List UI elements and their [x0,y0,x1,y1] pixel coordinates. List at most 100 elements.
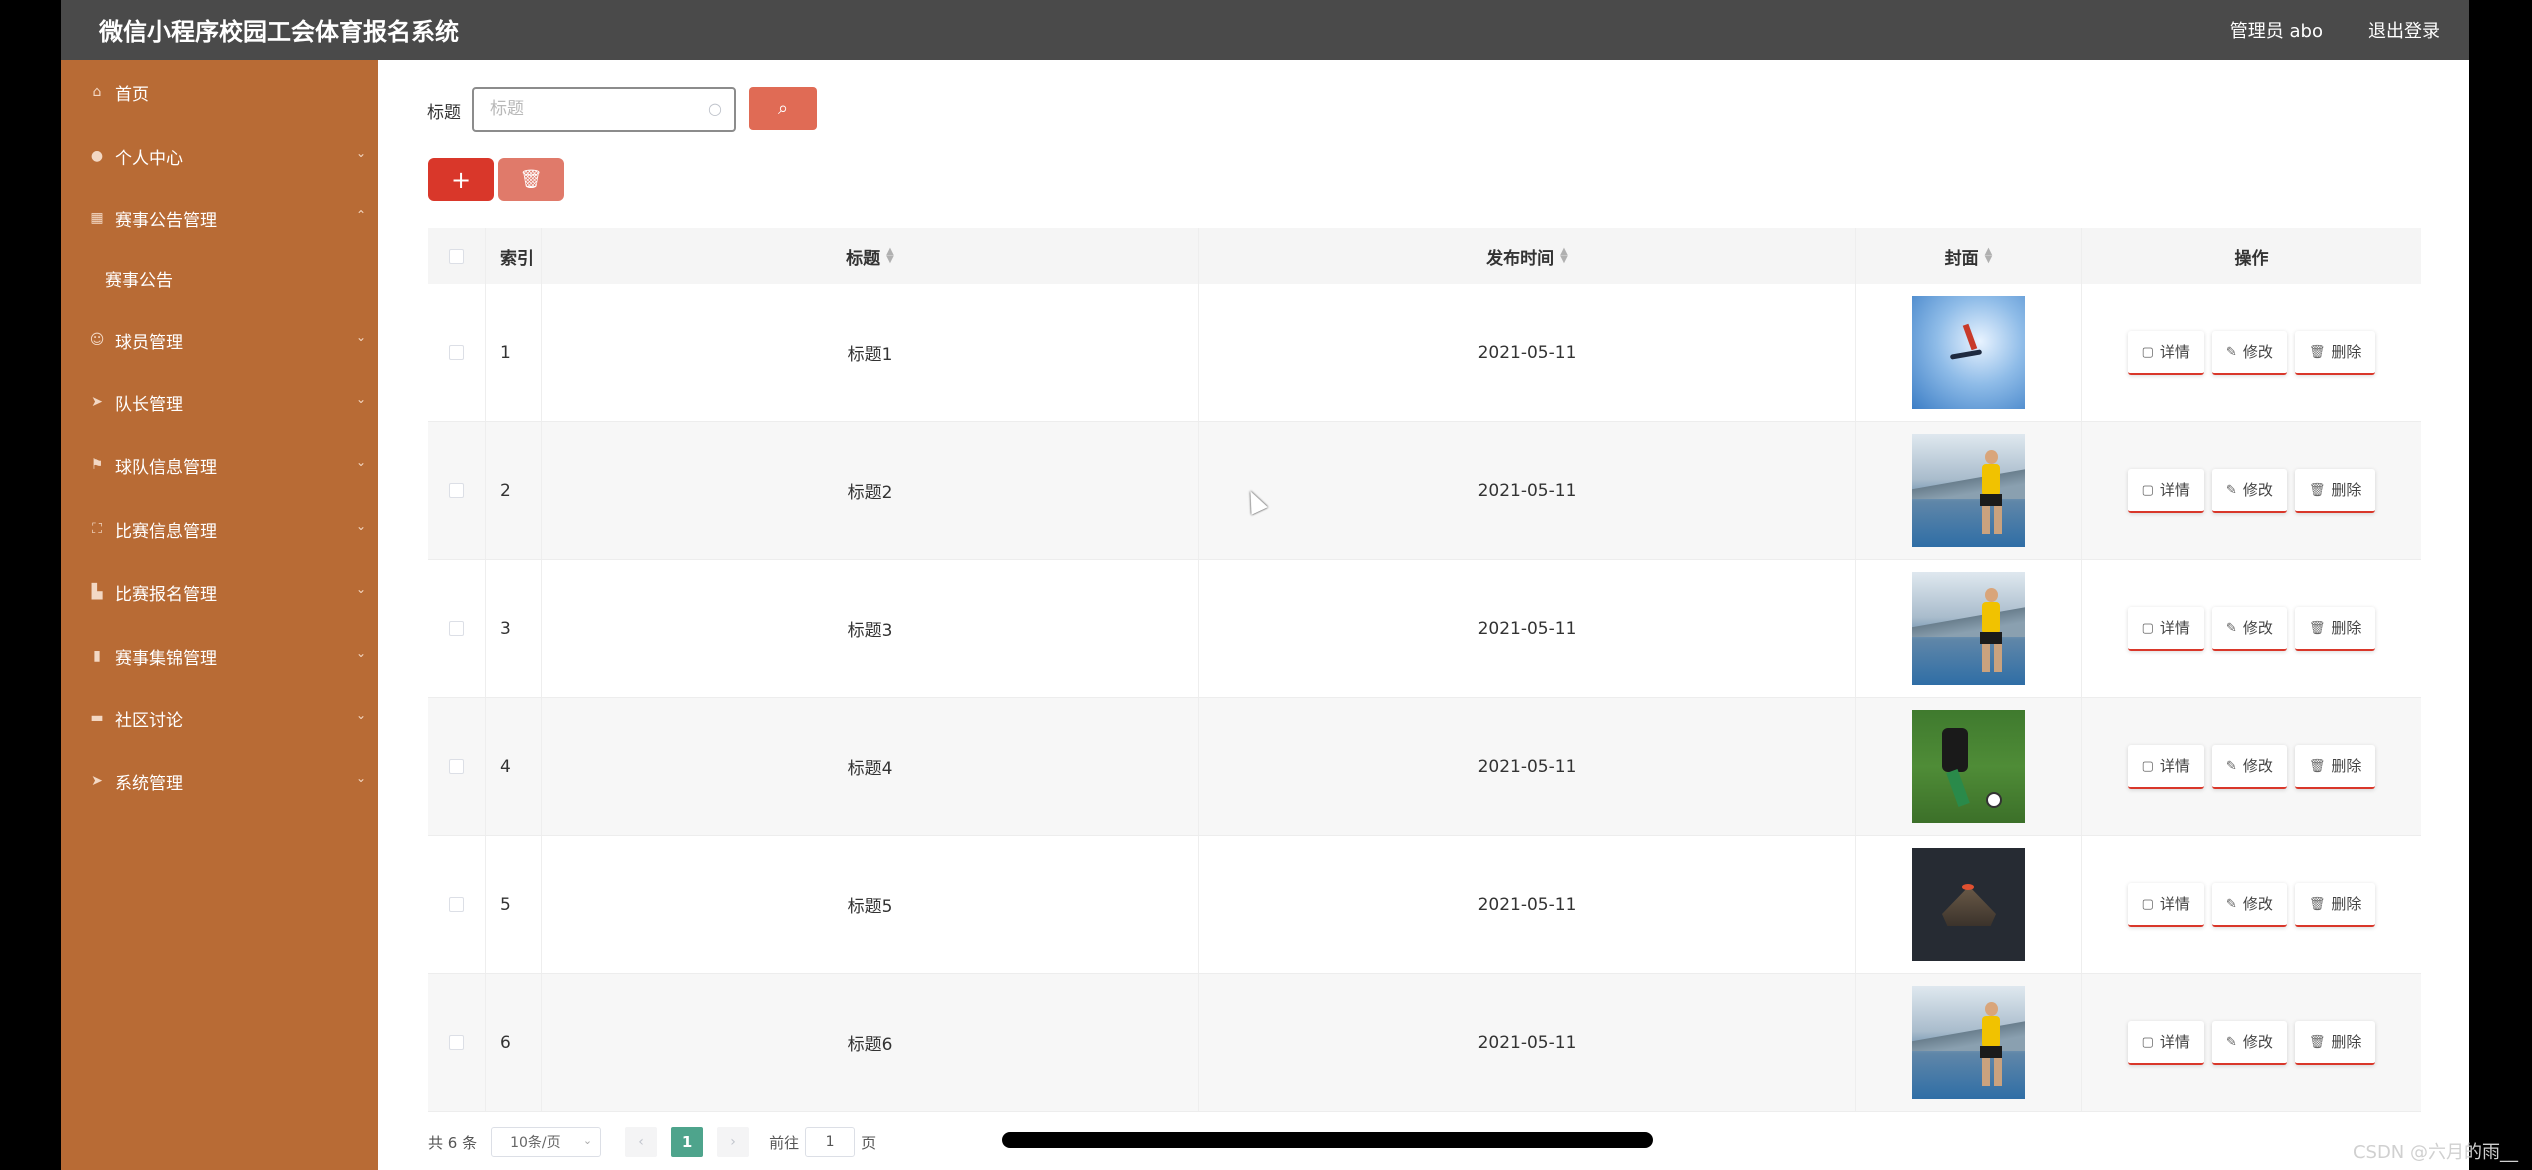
page-size-select[interactable]: 10条/页 ⌄ [491,1127,602,1157]
main-content: 标题 ○ ⌕ + 🗑 索引 标题 ▲▼ 发布时间 ▲▼ [378,60,2469,1170]
delete-label: 删除 [2331,896,2362,913]
document-icon: ▢ [2141,343,2154,359]
row-checkbox[interactable] [449,759,464,774]
sidebar-item-label: 社区讨论 [115,710,183,731]
edit-button[interactable]: ✎ 修改 [2211,330,2287,375]
chevron-down-icon: ⌄ [356,455,367,469]
current-user: 管理员 abo [2229,21,2323,42]
add-button[interactable]: + [428,158,494,201]
sidebar-item-personal-center[interactable]: ● 个人中心 ⌄ [61,132,378,180]
send-icon: ➤ [91,773,103,789]
delete-button[interactable]: 🗑 删除 [2294,330,2376,375]
page-unit-label: 页 [861,1133,877,1152]
chevron-down-icon: ⌄ [356,330,367,344]
search-button[interactable]: ⌕ [749,87,817,130]
document-icon: ▢ [2141,895,2154,911]
trash-icon: 🗑 [2308,619,2326,635]
edit-button[interactable]: ✎ 修改 [2211,606,2287,651]
row-checkbox[interactable] [449,621,464,636]
edit-button[interactable]: ✎ 修改 [2211,468,2287,513]
row-checkbox[interactable] [449,345,464,360]
row-checkbox[interactable] [449,1035,464,1050]
goto-page-input[interactable] [805,1127,856,1157]
delete-button[interactable]: 🗑 删除 [2294,744,2376,789]
table-row: 5 标题5 2021-05-11 ▢ 详情 ✎ 修改 🗑 删除 [428,836,2421,974]
watermark: CSDN @六月的雨__ [2352,1142,2518,1163]
trash-icon: 🗑 [2308,343,2326,359]
search-input[interactable] [490,89,690,129]
sidebar-item-team-management[interactable]: ⚑ 球队信息管理 ⌄ [61,441,378,489]
sidebar-item-label: 赛事公告管理 [115,210,217,231]
row-checkbox[interactable] [449,483,464,498]
sidebar-item-system-management[interactable]: ➤ 系统管理 ⌄ [61,757,378,805]
edit-button[interactable]: ✎ 修改 [2211,744,2287,789]
prev-page-button[interactable]: ‹ [625,1127,658,1157]
table-row: 3 标题3 2021-05-11 ▢ 详情 ✎ 修改 🗑 删除 [428,560,2421,698]
sidebar-item-notice-management[interactable]: ▦ 赛事公告管理 ⌃ [61,194,378,242]
sidebar-item-registration-management[interactable]: ▙ 比赛报名管理 ⌄ [61,568,378,616]
edit-button[interactable]: ✎ 修改 [2211,882,2287,927]
sidebar-item-highlights-management[interactable]: ▮ 赛事集锦管理 ⌄ [61,632,378,680]
delete-button[interactable]: 🗑 删除 [2294,882,2376,927]
sidebar-item-captain-management[interactable]: ➤ 队长管理 ⌄ [61,378,378,426]
sidebar-item-label: 系统管理 [115,773,183,794]
cover-image [1912,572,2025,685]
sort-icon[interactable]: ▲ ▼ [1985,247,1993,265]
detail-label: 详情 [2159,482,2190,499]
edit-label: 修改 [2242,896,2273,913]
detail-button[interactable]: ▢ 详情 [2127,744,2204,789]
row-index: 2 [486,422,542,559]
send-icon: ➤ [91,394,103,410]
row-title: 标题3 [542,560,1199,697]
chevron-down-icon: ⌄ [356,771,367,785]
detail-button[interactable]: ▢ 详情 [2127,606,2204,651]
sidebar-item-notice[interactable]: 赛事公告 [61,254,378,302]
delete-button[interactable]: 🗑 删除 [2294,468,2376,513]
delete-button[interactable]: 🗑 删除 [2294,606,2376,651]
chevron-up-icon: ⌃ [356,208,367,222]
sidebar-item-home[interactable]: ⌂ 首页 [61,68,378,116]
batch-delete-button[interactable]: 🗑 [498,158,564,201]
row-index: 6 [486,974,542,1111]
sidebar-item-player-management[interactable]: ☺ 球员管理 ⌄ [61,316,378,364]
edit-label: 修改 [2242,1034,2273,1051]
sidebar-item-label: 比赛信息管理 [115,521,217,542]
chevron-down-icon: ⌄ [356,392,367,406]
edit-label: 修改 [2242,344,2273,361]
sidebar-item-label: 比赛报名管理 [115,584,217,605]
user-icon: ● [90,148,104,164]
table-row: 2 标题2 2021-05-11 ▢ 详情 ✎ 修改 🗑 删除 [428,422,2421,560]
sidebar-item-match-management[interactable]: ⛶ 比赛信息管理 ⌄ [61,505,378,553]
search-field[interactable]: ○ [472,87,736,132]
detail-button[interactable]: ▢ 详情 [2127,468,2204,513]
delete-button[interactable]: 🗑 删除 [2294,1020,2376,1065]
page-size-value: 10条/页 [510,1135,561,1151]
logout-link[interactable]: 退出登录 [2368,17,2440,43]
select-all-checkbox[interactable] [449,248,464,264]
row-time: 2021-05-11 [1199,836,1856,973]
detail-label: 详情 [2159,758,2190,775]
calendar-icon: ▦ [90,210,104,226]
notice-table: 索引 标题 ▲ ▼ 发布时间 ▲ ▼ 封面 ▲ ▼ 操作 1 标题1 2021-… [428,228,2421,1112]
sort-icon[interactable]: ▲ ▼ [1560,247,1568,265]
edit-icon: ✎ [2225,481,2237,497]
search-icon: ⌕ [777,98,789,119]
chevron-down-icon: ⌄ [356,582,367,596]
edit-button[interactable]: ✎ 修改 [2211,1020,2287,1065]
page-number-current[interactable]: 1 [671,1127,704,1157]
table-row: 6 标题6 2021-05-11 ▢ 详情 ✎ 修改 🗑 删除 [428,974,2421,1112]
row-checkbox[interactable] [449,897,464,912]
horizontal-scrollbar[interactable] [1002,1132,1653,1148]
next-page-button[interactable]: › [717,1127,750,1157]
table-row: 4 标题4 2021-05-11 ▢ 详情 ✎ 修改 🗑 删除 [428,698,2421,836]
sidebar-item-label: 赛事集锦管理 [115,648,217,669]
app-title: 微信小程序校园工会体育报名系统 [99,18,459,46]
detail-button[interactable]: ▢ 详情 [2127,882,2204,927]
detail-button[interactable]: ▢ 详情 [2127,330,2204,375]
detail-button[interactable]: ▢ 详情 [2127,1020,2204,1065]
header-ops: 操作 [2234,248,2269,269]
trash-icon: 🗑 [2308,1033,2326,1049]
sidebar-item-community[interactable]: ▬ 社区讨论 ⌄ [61,694,378,742]
trash-icon: 🗑 [519,169,543,190]
sort-icon[interactable]: ▲ ▼ [886,247,894,265]
